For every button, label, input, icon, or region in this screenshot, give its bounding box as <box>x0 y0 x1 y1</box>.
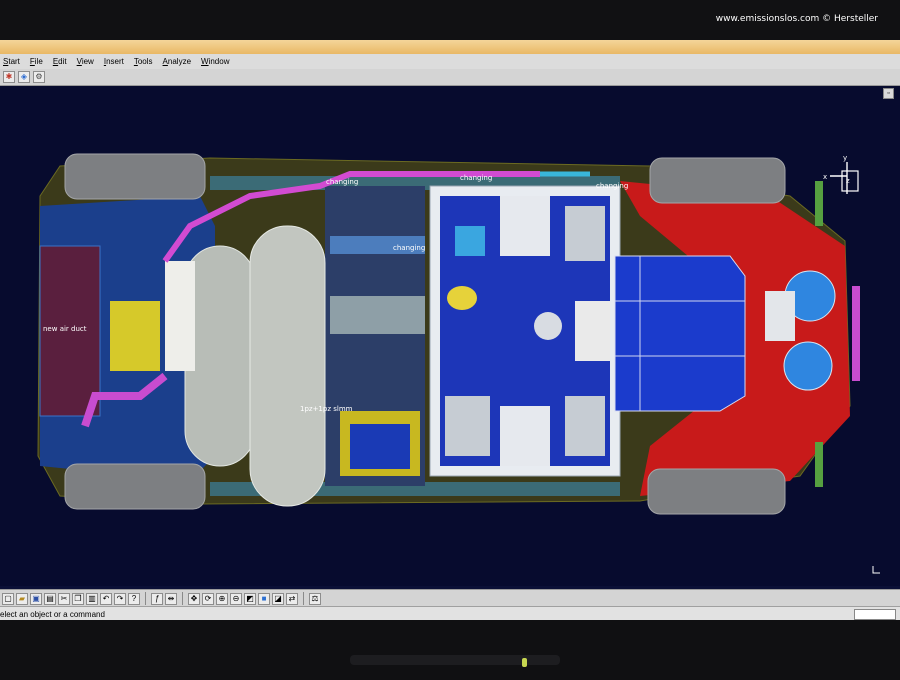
start-icon[interactable]: ✱ <box>3 71 15 83</box>
compass-y-label: y <box>843 154 847 162</box>
help-icon[interactable]: ? <box>128 592 140 605</box>
cut-icon[interactable]: ✂ <box>58 592 70 605</box>
model-icon[interactable]: ◈ <box>18 71 30 83</box>
cad-application-window: Start File Edit View Insert Tools Analyz… <box>0 40 900 621</box>
zoom-in-icon[interactable]: ⊕ <box>216 592 228 605</box>
formula-icon[interactable]: ƒ <box>151 592 163 605</box>
toolbar-separator <box>145 592 146 605</box>
compass-z-label: z <box>846 177 850 185</box>
menu-bar: Start File Edit View Insert Tools Analyz… <box>0 54 900 69</box>
zoom-out-icon[interactable]: ⊖ <box>230 592 242 605</box>
render-icon[interactable]: ■ <box>258 592 270 605</box>
watermark: www.emissionslos.com © Hersteller <box>715 14 878 24</box>
vehicle-chassis-model <box>37 153 880 574</box>
label-changing-4: changing <box>393 244 426 252</box>
new-icon[interactable]: ▢ <box>2 592 14 605</box>
label-dimension: 1pz+1pz slmm <box>300 405 353 413</box>
paste-icon[interactable]: ▥ <box>86 592 98 605</box>
menu-window[interactable]: Window <box>196 57 234 66</box>
hide-icon[interactable]: ◪ <box>272 592 284 605</box>
menu-insert[interactable]: Insert <box>99 57 129 66</box>
open-icon[interactable]: ▰ <box>16 592 28 605</box>
power-led-icon <box>522 658 527 667</box>
save-icon[interactable]: ▣ <box>30 592 42 605</box>
window-titlebar <box>0 40 900 55</box>
3d-viewport[interactable]: changing changing changing changing new … <box>0 86 900 586</box>
rotate-icon[interactable]: ⟳ <box>202 592 214 605</box>
label-air-duct: new air duct <box>43 325 87 333</box>
status-message: elect an object or a command <box>0 609 105 619</box>
toolbar-top: ✱ ◈ ⚙ <box>0 69 900 86</box>
compass-x-label: x <box>823 173 827 181</box>
menu-file[interactable]: File <box>25 57 48 66</box>
monitor-bezel-bottom <box>0 620 900 680</box>
print-icon[interactable]: ▤ <box>44 592 56 605</box>
menu-edit[interactable]: Edit <box>48 57 72 66</box>
copy-icon[interactable]: ❐ <box>72 592 84 605</box>
maximize-viewport-icon[interactable]: ▫ <box>883 88 894 99</box>
toolbar-separator <box>182 592 183 605</box>
label-changing-3: changing <box>596 182 629 190</box>
menu-tools[interactable]: Tools <box>129 57 158 66</box>
undo-icon[interactable]: ↶ <box>100 592 112 605</box>
monitor-brand-strip <box>350 655 560 665</box>
menu-view[interactable]: View <box>72 57 99 66</box>
label-changing-2: changing <box>460 174 493 182</box>
analysis-icon[interactable]: ⚖ <box>309 592 321 605</box>
swap-icon[interactable]: ⇄ <box>286 592 298 605</box>
normal-view-icon[interactable]: ◩ <box>244 592 256 605</box>
redo-icon[interactable]: ↷ <box>114 592 126 605</box>
menu-start[interactable]: Start <box>0 57 25 66</box>
toolbar-bottom: ▢ ▰ ▣ ▤ ✂ ❐ ▥ ↶ ↷ ? ƒ ⇹ ✥ ⟳ ⊕ ⊖ ◩ ■ ◪ ⇄ … <box>0 589 900 607</box>
label-changing-1: changing <box>326 178 359 186</box>
menu-analyze[interactable]: Analyze <box>158 57 196 66</box>
measure-icon[interactable]: ⇹ <box>165 592 177 605</box>
command-input[interactable] <box>854 609 896 620</box>
axis-compass-icon[interactable]: y x z <box>820 154 870 204</box>
status-bar: elect an object or a command <box>0 606 900 621</box>
pan-icon[interactable]: ✥ <box>188 592 200 605</box>
settings-icon[interactable]: ⚙ <box>33 71 45 83</box>
toolbar-separator <box>303 592 304 605</box>
